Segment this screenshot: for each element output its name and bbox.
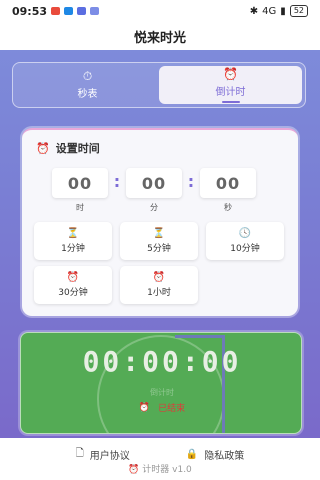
signal-text: 4G xyxy=(262,5,277,17)
battery-level: 52 xyxy=(289,5,308,17)
status-bar: 09:53 ✱ 4G ▮ 52 xyxy=(0,0,320,22)
seconds-label: 秒 xyxy=(224,203,232,212)
notification-icon xyxy=(77,7,87,15)
footer: 🗋 用户协议 🔒 隐私政策 ⏰ 计时器 v1.0 xyxy=(0,438,320,480)
hourglass-icon: ⏳ xyxy=(152,228,166,239)
app-header: 悦来时光 xyxy=(0,22,320,50)
hours-label: 时 xyxy=(76,203,84,212)
card-title: ⏰ 设置时间 xyxy=(36,140,100,156)
hours-input[interactable]: 00 xyxy=(52,168,108,198)
minutes-label: 分 xyxy=(150,203,158,212)
stopwatch-icon: ⏱ xyxy=(82,69,93,83)
active-tab-indicator xyxy=(221,100,240,103)
countdown-sub-label: 倒计时 xyxy=(150,388,174,397)
preset-30-minutes-button[interactable]: ⏰ 30分钟 xyxy=(34,266,112,304)
document-icon: 🗋 xyxy=(75,448,84,459)
status-text: 已结束 xyxy=(158,404,186,414)
timer-status: ⏰ 已结束 xyxy=(21,401,301,415)
signal-icon: ▮ xyxy=(280,5,286,17)
status-time: 09:53 xyxy=(12,4,48,18)
preset-10-minutes-button[interactable]: 🕓 10分钟 xyxy=(206,222,284,260)
time-inputs: 00 时 : 00 分 : 00 秒 xyxy=(52,168,278,214)
notification-icon xyxy=(90,7,100,15)
version-text: 计时器 v1.0 xyxy=(142,465,192,475)
alarm-clock-icon: ⏰ xyxy=(128,465,140,475)
preset-1-hour-button[interactable]: ⏰ 1小时 xyxy=(120,266,198,304)
mode-switch: ⏱ 秒表 ⏰ 倒计时 xyxy=(12,62,306,108)
preset-label: 1分钟 xyxy=(61,244,85,254)
minutes-input[interactable]: 00 xyxy=(126,168,182,198)
countdown-time: 00:00:00 xyxy=(82,345,242,378)
link-label: 用户协议 xyxy=(89,451,130,462)
preset-label: 1小时 xyxy=(147,288,171,298)
user-agreement-link[interactable]: 🗋 用户协议 xyxy=(76,446,130,463)
alarm-clock-icon: ⏰ xyxy=(138,402,151,413)
alarm-clock-icon: ⏰ xyxy=(152,272,166,283)
time-setup-card: ⏰ 设置时间 00 时 : 00 分 : 00 秒 ⏳ 1分钟 ⏳ 5分钟 🕓 … xyxy=(22,128,298,316)
tab-label: 秒表 xyxy=(77,89,98,100)
page-title: 悦来时光 xyxy=(133,30,186,46)
link-label: 隐私政策 xyxy=(204,451,245,462)
preset-label: 10分钟 xyxy=(230,244,260,254)
card-title-text: 设置时间 xyxy=(55,142,100,155)
bluetooth-icon: ✱ xyxy=(249,5,259,17)
tab-stopwatch[interactable]: ⏱ 秒表 xyxy=(16,66,159,104)
hourglass-icon: ⏳ xyxy=(66,228,80,239)
notification-icon xyxy=(64,7,74,15)
seconds-input[interactable]: 00 xyxy=(200,168,256,198)
privacy-policy-link[interactable]: 🔒 隐私政策 xyxy=(186,446,244,463)
countdown-display[interactable]: 00:00:00 倒计时 ⏰ 已结束 xyxy=(20,332,302,434)
preset-5-minutes-button[interactable]: ⏳ 5分钟 xyxy=(120,222,198,260)
status-left: 09:53 xyxy=(12,4,100,18)
status-right: ✱ 4G ▮ 52 xyxy=(250,5,308,17)
colon-separator: : xyxy=(113,172,121,191)
alarm-clock-icon: ⏰ xyxy=(36,141,50,155)
preset-label: 5分钟 xyxy=(147,244,171,254)
clock-icon: 🕓 xyxy=(238,228,252,239)
tab-label: 倒计时 xyxy=(215,86,246,98)
lock-icon: 🔒 xyxy=(185,449,199,460)
notification-icon xyxy=(51,7,61,15)
footer-links: 🗋 用户协议 🔒 隐私政策 xyxy=(0,446,320,463)
preset-label: 30分钟 xyxy=(58,288,88,298)
preset-1-minute-button[interactable]: ⏳ 1分钟 xyxy=(34,222,112,260)
colon-separator: : xyxy=(187,172,195,191)
app-version: ⏰ 计时器 v1.0 xyxy=(0,462,320,475)
tab-countdown[interactable]: ⏰ 倒计时 xyxy=(159,66,302,104)
alarm-clock-icon: ⏰ xyxy=(66,272,80,283)
alarm-clock-icon: ⏰ xyxy=(223,66,238,81)
